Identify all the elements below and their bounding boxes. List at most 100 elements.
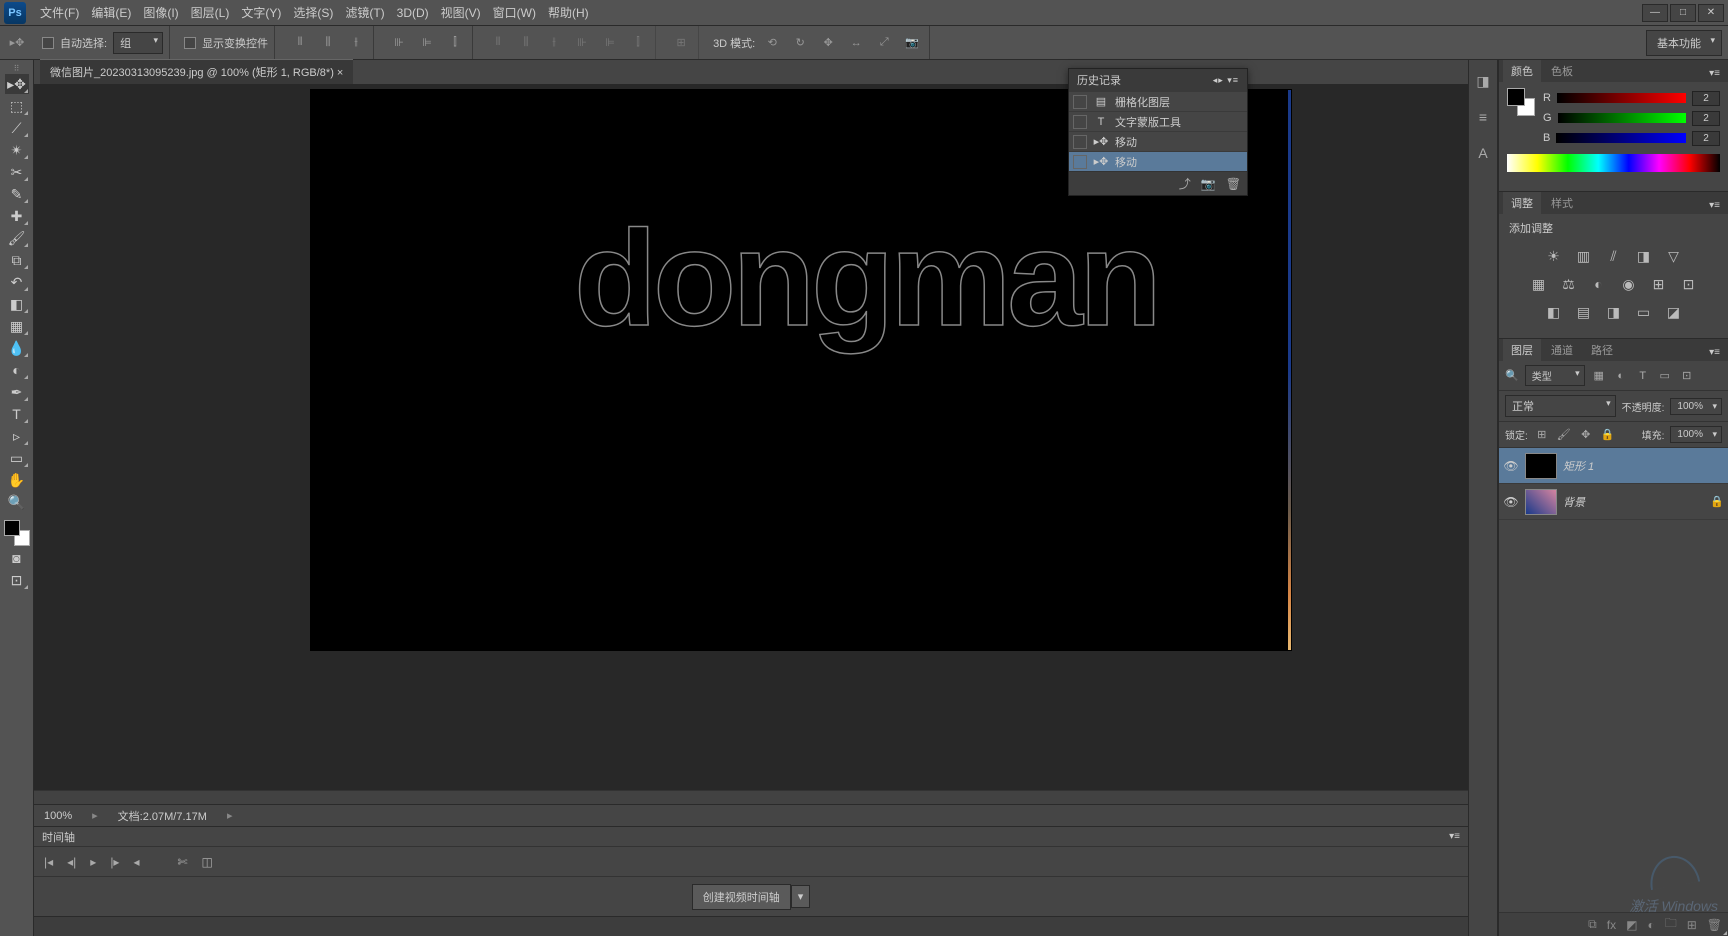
new-group-icon[interactable]: 🗀 <box>1665 914 1677 935</box>
hue-icon[interactable]: ▦ <box>1529 274 1549 294</box>
layer-row-rect1[interactable]: 👁 矩形 1 <box>1499 448 1728 484</box>
visibility-toggle[interactable]: 👁 <box>1503 459 1519 473</box>
align-right-icon[interactable]: ⫿ <box>444 32 466 54</box>
menu-edit[interactable]: 编辑(E) <box>85 0 137 25</box>
move-tool[interactable]: ▸✥ <box>5 74 29 94</box>
filter-smart-icon[interactable]: ⊡ <box>1679 368 1695 384</box>
3d-slide-icon[interactable]: ↔ <box>845 32 867 54</box>
history-snapshot-check[interactable] <box>1073 95 1087 109</box>
link-layers-icon[interactable]: ⧉ <box>1588 917 1597 932</box>
adjust-flyout-menu[interactable]: ▾≡ <box>1705 197 1724 214</box>
lock-all-icon[interactable]: 🔒 <box>1600 427 1616 443</box>
healing-brush-tool[interactable]: ✚ <box>5 206 29 226</box>
clone-stamp-tool[interactable]: ⧉ <box>5 250 29 270</box>
levels-icon[interactable]: ▥ <box>1574 246 1594 266</box>
layer-name[interactable]: 背景 <box>1563 494 1704 510</box>
tab-styles[interactable]: 样式 <box>1543 192 1581 214</box>
menu-help[interactable]: 帮助(H) <box>542 0 595 25</box>
align-hcenter-icon[interactable]: ⊫ <box>416 32 438 54</box>
align-vcenter-icon[interactable]: ⫼ <box>317 32 339 54</box>
layer-fx-icon[interactable]: fx <box>1607 918 1616 932</box>
layer-thumbnail[interactable] <box>1525 489 1557 515</box>
eyedropper-tool[interactable]: ✎ <box>5 184 29 204</box>
timeline-prev-frame-icon[interactable]: ◂| <box>67 855 76 869</box>
3d-scale-icon[interactable]: ⤢ <box>873 32 895 54</box>
history-item[interactable]: T 文字蒙版工具 <box>1069 111 1247 131</box>
menu-3d[interactable]: 3D(D) <box>391 2 435 24</box>
gradient-map-icon[interactable]: ▭ <box>1634 302 1654 322</box>
b-slider[interactable] <box>1556 133 1686 143</box>
timeline-last-frame-icon[interactable]: ◂ <box>133 855 139 869</box>
magic-wand-tool[interactable]: ✴ <box>5 140 29 160</box>
layer-row-background[interactable]: 👁 背景 🔒 <box>1499 484 1728 520</box>
3d-roll-icon[interactable]: ↻ <box>789 32 811 54</box>
lasso-tool[interactable]: ⟋ <box>5 118 29 138</box>
history-brush-tool[interactable]: ↶ <box>5 272 29 292</box>
quick-mask-toggle[interactable]: ◙ <box>5 548 29 568</box>
posterize-icon[interactable]: ▤ <box>1574 302 1594 322</box>
menu-filter[interactable]: 滤镜(T) <box>339 0 390 25</box>
document-tab[interactable]: 微信图片_20230313095239.jpg @ 100% (矩形 1, RG… <box>40 59 353 84</box>
color-mini-swatch[interactable] <box>1507 88 1535 116</box>
threshold-icon[interactable]: ◨ <box>1604 302 1624 322</box>
timeline-next-frame-icon[interactable]: |▸ <box>110 855 119 869</box>
lock-position-icon[interactable]: ✥ <box>1578 427 1594 443</box>
history-strip-icon[interactable]: ◨ <box>1472 70 1494 92</box>
brightness-icon[interactable]: ☀ <box>1544 246 1564 266</box>
menu-type[interactable]: 文字(Y) <box>235 0 287 25</box>
3d-orbit-icon[interactable]: ⟲ <box>761 32 783 54</box>
path-selection-tool[interactable]: ▹ <box>5 426 29 446</box>
canvas-viewport[interactable]: dongman <box>34 84 1468 790</box>
tab-color[interactable]: 颜色 <box>1503 60 1541 82</box>
lock-pixels-icon[interactable]: 🖌 <box>1556 427 1572 443</box>
tab-layers[interactable]: 图层 <box>1503 339 1541 361</box>
create-video-timeline-button[interactable]: 创建视频时间轴 <box>692 884 791 910</box>
align-left-icon[interactable]: ⊪ <box>388 32 410 54</box>
show-transform-checkbox[interactable] <box>184 37 196 49</box>
color-balance-icon[interactable]: ⚖ <box>1559 274 1579 294</box>
history-snapshot-check[interactable] <box>1073 155 1087 169</box>
auto-select-checkbox[interactable] <box>42 37 54 49</box>
doc-size-info[interactable]: 文档:2.07M/7.17M <box>118 808 207 824</box>
new-layer-icon[interactable]: ⊞ <box>1687 918 1697 932</box>
history-grip[interactable]: ◂▸ ▾≡ <box>1213 75 1239 86</box>
tab-channels[interactable]: 通道 <box>1543 339 1581 361</box>
b-value[interactable]: 2 <box>1692 131 1720 146</box>
blend-mode-dropdown[interactable]: 正常 <box>1505 395 1616 417</box>
zoom-tool[interactable]: 🔍 <box>5 492 29 512</box>
curves-icon[interactable]: ⫽ <box>1604 246 1624 266</box>
add-mask-icon[interactable]: ◩ <box>1626 918 1637 932</box>
3d-camera-icon[interactable]: 📷 <box>901 32 923 54</box>
filter-type-icon[interactable]: T <box>1635 368 1651 384</box>
filter-shape-icon[interactable]: ▭ <box>1657 368 1673 384</box>
snapshot-icon[interactable]: 📷 <box>1201 177 1216 191</box>
align-bottom-icon[interactable]: ⫲ <box>345 32 367 54</box>
close-button[interactable]: ✕ <box>1698 4 1724 22</box>
filter-pixel-icon[interactable]: ▦ <box>1591 368 1607 384</box>
bw-icon[interactable]: ◐ <box>1589 274 1609 294</box>
zoom-level[interactable]: 100% <box>44 810 72 822</box>
selective-color-icon[interactable]: ◪ <box>1664 302 1684 322</box>
create-document-icon[interactable]: ⤴ <box>1179 175 1191 192</box>
history-item[interactable]: ▸✥ 移动 <box>1069 131 1247 151</box>
create-timeline-dropdown[interactable]: ▾ <box>791 885 811 908</box>
g-value[interactable]: 2 <box>1692 111 1720 126</box>
visibility-toggle[interactable]: 👁 <box>1503 495 1519 509</box>
timeline-play-icon[interactable]: ▸ <box>90 855 96 869</box>
layer-name[interactable]: 矩形 1 <box>1563 458 1724 474</box>
workspace-switcher[interactable]: 基本功能 <box>1646 30 1722 56</box>
minimize-button[interactable]: — <box>1642 4 1668 22</box>
auto-select-dropdown[interactable]: 组 <box>113 32 163 54</box>
menu-image[interactable]: 图像(I) <box>137 0 184 25</box>
lock-transparent-icon[interactable]: ⊞ <box>1534 427 1550 443</box>
eraser-tool[interactable]: ◧ <box>5 294 29 314</box>
timeline-flyout-menu[interactable]: ▾≡ <box>1449 831 1460 842</box>
tab-swatches[interactable]: 色板 <box>1543 60 1581 82</box>
new-adjustment-icon[interactable]: ◐ <box>1647 918 1654 932</box>
tab-adjustments[interactable]: 调整 <box>1503 192 1541 214</box>
g-slider[interactable] <box>1558 113 1686 123</box>
menu-file[interactable]: 文件(F) <box>34 0 85 25</box>
menu-window[interactable]: 窗口(W) <box>487 0 542 25</box>
color-spectrum[interactable] <box>1507 154 1720 172</box>
color-swatch[interactable] <box>4 520 30 546</box>
